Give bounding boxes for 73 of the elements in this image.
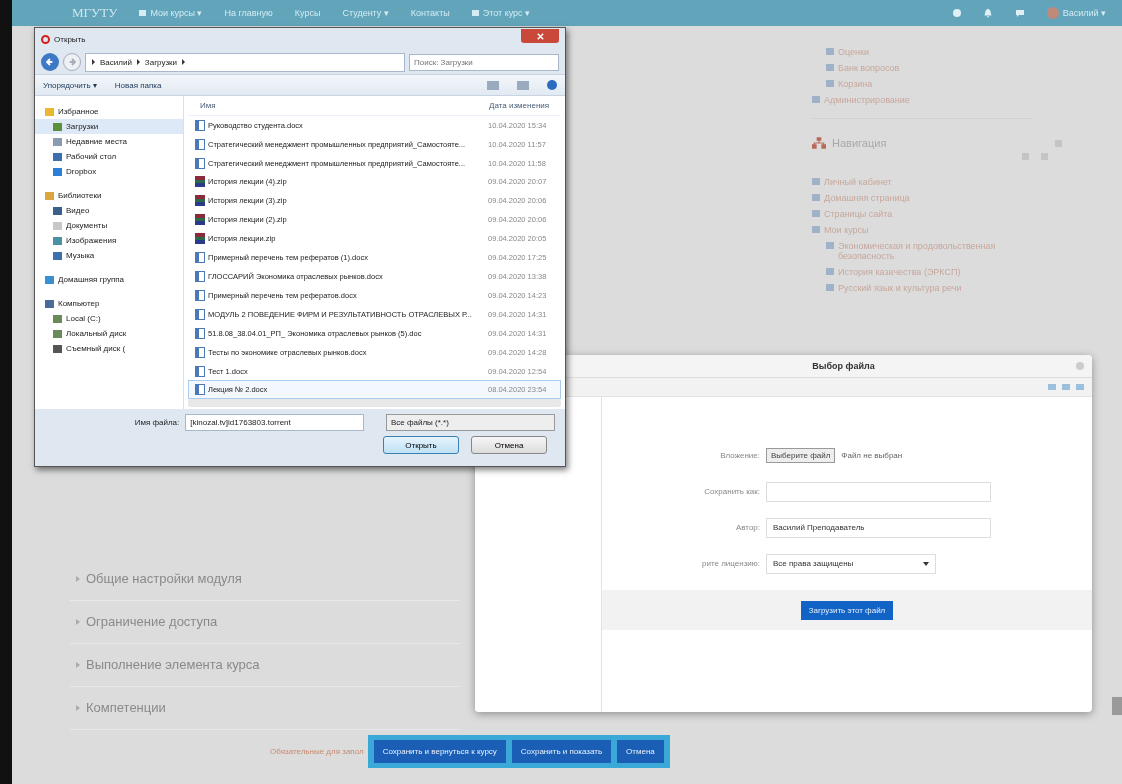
browser-logo-icon — [41, 34, 50, 44]
column-header[interactable]: Имя — [200, 100, 489, 110]
upload-button[interactable]: Загрузить этот файл — [800, 600, 894, 620]
field-label: рите лицензию: — [700, 559, 760, 568]
help-icon[interactable] — [547, 80, 557, 90]
document-icon — [195, 289, 205, 301]
choose-file-button[interactable]: Выберите файл — [766, 448, 836, 463]
caret-icon — [76, 619, 80, 625]
search-field[interactable]: Поиск: Загрузки — [409, 53, 559, 71]
close-button[interactable] — [521, 29, 559, 43]
chat-icon[interactable] — [1014, 8, 1025, 18]
document-icon — [195, 138, 205, 150]
avatar-icon[interactable] — [1046, 7, 1059, 19]
document-icon — [195, 308, 205, 320]
document-icon — [195, 346, 205, 358]
navigation-item[interactable]: Видео — [35, 203, 183, 218]
bell-icon[interactable] — [982, 8, 993, 18]
caret-icon — [76, 662, 80, 668]
field-label: Вложение: — [719, 451, 760, 460]
file-type-dropdown[interactable]: Все файлы (*.*) — [385, 414, 555, 431]
document-icon — [195, 327, 205, 339]
caret-icon — [76, 705, 80, 711]
form-button[interactable]: Сохранить и вернуться к курсу — [373, 739, 506, 763]
close-icon[interactable] — [1076, 362, 1084, 370]
field-label: Сохранить как: — [703, 487, 760, 496]
file-status: Файл не выбран — [841, 451, 903, 460]
text-field[interactable] — [766, 481, 991, 502]
toolbar-button[interactable]: Новая папка — [114, 80, 162, 90]
navigation-item[interactable]: Музыка — [35, 248, 183, 263]
archive-icon — [195, 195, 205, 207]
navigation-item[interactable]: Документы — [35, 218, 183, 233]
dialog-button[interactable]: Отмена — [471, 436, 547, 454]
toolbar-button[interactable]: Упорядочить ▾ — [43, 80, 97, 90]
close-icon — [535, 31, 545, 41]
navigation-item[interactable]: Изображения — [35, 233, 183, 248]
address-bar[interactable]: Василий Загрузки — [85, 52, 405, 72]
navigation-item[interactable]: Библиотеки — [35, 188, 183, 203]
navigation-item[interactable]: Локальный диск — [35, 326, 183, 341]
archive-icon — [195, 214, 205, 226]
back-button[interactable] — [41, 53, 59, 71]
archive-icon — [195, 176, 205, 188]
document-icon — [195, 119, 205, 131]
form-button[interactable]: Сохранить и показать — [511, 739, 612, 763]
navigation-item[interactable]: Избранное — [35, 104, 183, 119]
text-field[interactable]: Василий Преподаватель — [766, 517, 991, 538]
navigation-item[interactable]: Рабочий стол — [35, 149, 183, 164]
document-icon — [195, 252, 205, 264]
dialog-title: Выбор файла — [812, 361, 875, 371]
document-icon — [195, 384, 205, 396]
horizontal-scrollbar[interactable] — [188, 399, 561, 407]
required-note: Обязательные для запол — [270, 746, 364, 756]
document-icon — [195, 365, 205, 377]
column-header[interactable]: Дата изменения — [489, 100, 561, 110]
navigation-item[interactable]: Недавние места — [35, 134, 183, 149]
forward-button[interactable] — [63, 53, 81, 71]
sitemap-icon — [812, 137, 826, 149]
navigation-item[interactable]: Компьютер — [35, 296, 183, 311]
navigation-item[interactable]: Домашняя группа — [35, 272, 183, 287]
field-label: Автор: — [734, 523, 760, 532]
archive-icon — [195, 233, 205, 245]
document-icon — [195, 271, 205, 282]
field-label: Имя файла: — [133, 418, 180, 427]
caret-icon — [76, 576, 80, 582]
license-dropdown[interactable]: Все права защищены — [766, 553, 936, 574]
navigation-item[interactable]: Dropbox — [35, 164, 183, 179]
navigation-item[interactable]: Local (C:) — [35, 311, 183, 326]
document-icon — [195, 157, 205, 169]
navigation-item[interactable]: Загрузки — [35, 119, 183, 134]
filename-field[interactable]: [kinozal.tv]id1763803.torrent — [185, 414, 364, 431]
form-button[interactable]: Отмена — [617, 739, 664, 763]
navigation-item[interactable]: Съемный диск ( — [35, 341, 183, 356]
dialog-button[interactable]: Открыть — [383, 436, 459, 454]
window-title: Открыть — [54, 34, 87, 44]
